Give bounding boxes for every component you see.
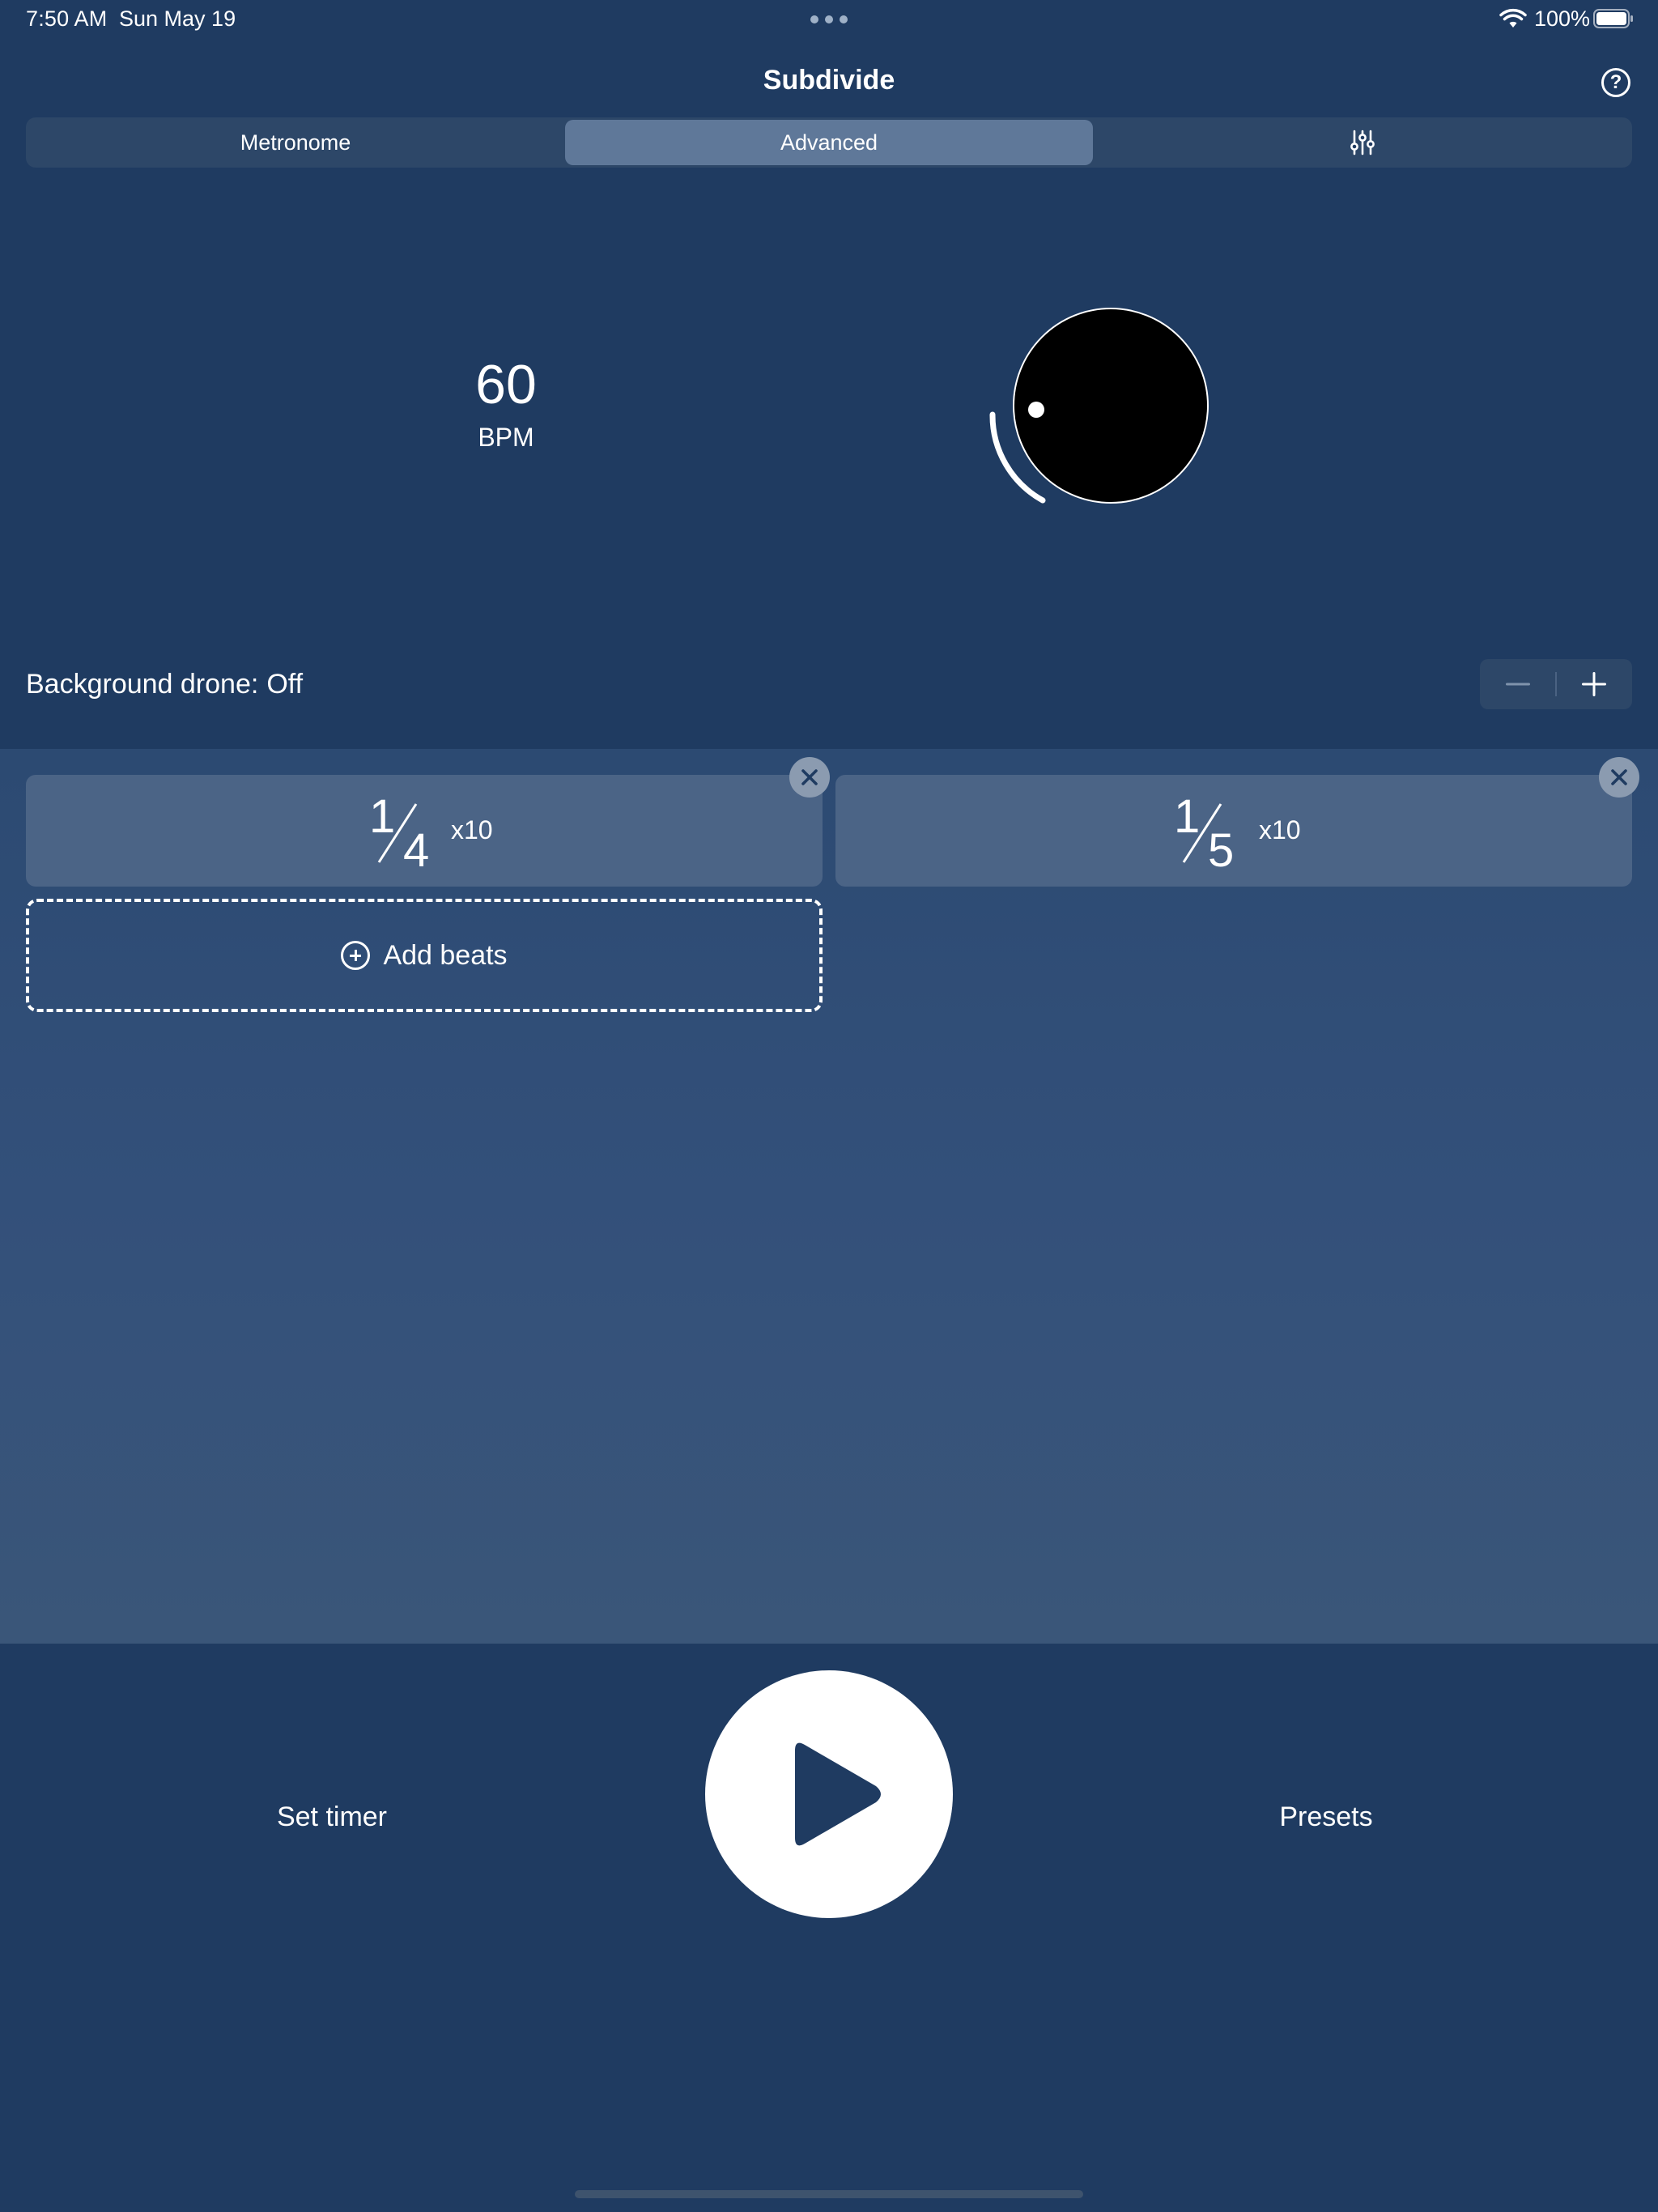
beat-denominator: 5 (1208, 824, 1235, 877)
increment-button[interactable] (1556, 659, 1632, 709)
home-indicator (575, 2190, 1083, 2198)
multitasking-dots-icon[interactable] (810, 15, 848, 23)
drone-label: Background drone: (26, 669, 259, 700)
tempo-dial[interactable] (971, 300, 1231, 526)
play-button[interactable] (705, 1670, 953, 1918)
mixer-sliders-icon (1350, 130, 1375, 155)
add-circle-icon (341, 941, 371, 970)
wifi-icon (1499, 8, 1527, 28)
battery-icon (1593, 9, 1633, 28)
add-beats-button[interactable]: Add beats (26, 899, 823, 1012)
app-title: Subdivide (763, 65, 895, 96)
battery-percent: 100% (1534, 6, 1591, 31)
tab-metronome[interactable]: Metronome (28, 120, 563, 165)
play-icon (795, 1742, 881, 1846)
plus-icon (1582, 672, 1606, 696)
set-timer-button[interactable]: Set timer (235, 1802, 429, 1833)
help-button[interactable]: ? (1601, 68, 1630, 97)
beat-repeat: x10 (451, 815, 493, 844)
beats-list: 1 4 x10 1 5 x10 Add beats (0, 749, 1658, 1644)
status-time: 7:50 AM (26, 6, 108, 31)
presets-button[interactable]: Presets (1229, 1802, 1423, 1833)
background-drone-setting: Background drone: Off (26, 669, 303, 700)
beat-denominator: 4 (403, 824, 430, 877)
status-date: Sun May 19 (119, 6, 236, 31)
bpm-label: BPM (478, 423, 534, 452)
close-icon (801, 769, 818, 785)
drone-value: Off (266, 669, 304, 700)
question-mark-icon: ? (1609, 71, 1622, 93)
add-beats-label: Add beats (383, 939, 508, 971)
beat-fraction: 1 4 (358, 775, 447, 887)
tab-advanced[interactable]: Advanced (565, 120, 1093, 165)
close-icon (1611, 769, 1627, 785)
remove-beat-button[interactable] (1599, 757, 1639, 798)
minus-icon (1506, 683, 1530, 686)
mode-segmented-control: Metronome Advanced (26, 117, 1632, 168)
beat-fraction: 1 5 (1163, 775, 1252, 887)
tab-mixer[interactable] (1096, 120, 1629, 165)
app-screen: 7:50 AM Sun May 19 100% Subdivide ? Metr… (0, 0, 1658, 2212)
beat-card[interactable]: 1 4 x10 (26, 775, 823, 887)
bpm-value: 60 (475, 354, 537, 415)
top-region: 7:50 AM Sun May 19 100% Subdivide ? Metr… (0, 0, 1658, 749)
decrement-button[interactable] (1480, 659, 1556, 709)
beat-card[interactable]: 1 5 x10 (835, 775, 1632, 887)
remove-beat-button[interactable] (789, 757, 830, 798)
drone-stepper (1480, 659, 1632, 709)
beat-repeat: x10 (1259, 815, 1301, 844)
